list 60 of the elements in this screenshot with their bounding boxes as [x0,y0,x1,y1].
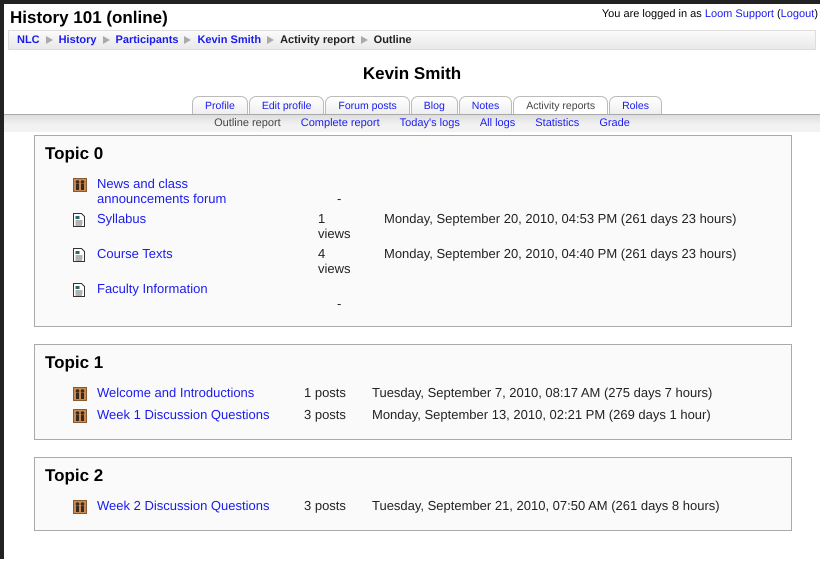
last-access-text: Tuesday, September 7, 2010, 08:17 AM (275 days 7 hours) [372,385,714,400]
activity-link[interactable]: Course Texts [97,246,242,261]
breadcrumb-link[interactable]: Kevin Smith [197,34,262,46]
activity-link[interactable]: Week 1 Discussion Questions [97,407,304,422]
activity-link[interactable]: Welcome and Introductions [97,385,304,400]
tab[interactable]: Edit profile [248,96,324,114]
subtab-link[interactable]: Outline report [214,117,281,129]
separator-arrow-icon [46,36,53,44]
tab[interactable]: Activity reports [513,96,608,114]
topic-title: Topic 0 [45,144,104,164]
separator-arrow-icon [184,36,192,44]
count-text: 3 posts [304,407,347,422]
paren-text: ) [814,8,818,20]
separator-arrow-icon [360,36,368,44]
subtab-link[interactable]: Statistics [535,117,580,129]
last-access-text: Monday, September 20, 2010, 04:53 PM (261 days 23 hours) [384,211,738,226]
tab[interactable]: Profile [192,96,248,114]
activity-link[interactable]: Syllabus [97,211,242,226]
subtab-link[interactable]: Today's logs [400,117,460,129]
logout-link[interactable]: Logout [780,8,814,20]
tab[interactable]: Forum posts [325,96,410,114]
document-icon [73,213,85,227]
activity-link[interactable]: Faculty Information [97,281,242,296]
document-icon [73,283,85,297]
user-heading: Kevin Smith [362,64,462,84]
count-text: - [336,296,342,311]
last-access-text: Monday, September 13, 2010, 02:21 PM (269 days 1 hour) [372,407,712,422]
activity-link[interactable]: News and class announcements forum [97,176,242,206]
tab[interactable]: Roles [609,96,662,114]
breadcrumb-text: Activity report [280,34,355,46]
people-icon [73,387,87,401]
breadcrumb-link[interactable]: History [58,34,97,46]
topic-title: Topic 2 [45,466,104,486]
count-text: 4 views [318,246,352,276]
separator-arrow-icon [267,36,274,44]
user-link[interactable]: Loom Support [704,8,774,20]
course-title: History 101 (online) [10,8,168,28]
subtab-link[interactable]: All logs [480,117,516,129]
tab[interactable]: Notes [458,96,512,114]
breadcrumb-link[interactable]: NLC [17,34,40,46]
count-text: 3 posts [304,498,347,513]
breadcrumb-link[interactable]: Participants [116,34,178,46]
login-text: You are logged in as [602,8,703,20]
last-access-text: Monday, September 20, 2010, 04:40 PM (261 days 23 hours) [384,246,738,261]
count-text: 1 posts [304,385,347,400]
subtab-link[interactable]: Complete report [300,117,380,129]
topic-title: Topic 1 [45,353,104,373]
paren-text: ( [776,8,781,20]
subtab-link[interactable]: Grade [599,117,630,129]
count-text: - [336,191,342,206]
breadcrumb-text: Outline [374,34,412,46]
people-icon [73,409,87,423]
people-icon [73,500,87,514]
document-icon [73,248,85,262]
separator-arrow-icon [102,36,110,44]
tab[interactable]: Blog [410,96,458,114]
count-text: 1 views [318,211,352,241]
last-access-text: Tuesday, September 21, 2010, 07:50 AM (261 days 8 hours) [372,498,721,513]
activity-link[interactable]: Week 2 Discussion Questions [97,498,304,513]
people-icon [73,178,87,192]
